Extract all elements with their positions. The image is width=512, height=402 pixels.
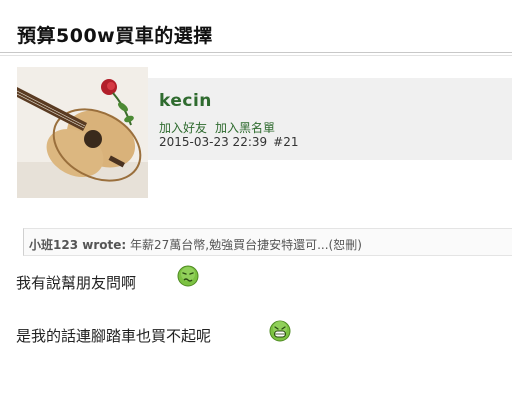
post-floor-link[interactable]: #21 xyxy=(273,135,298,149)
post-timestamp: 2015-03-23 22:39 xyxy=(159,135,268,149)
quote-block: 小班123 wrote: 年薪27萬台幣,勉強買台捷安特還可...(恕刪) xyxy=(23,228,512,256)
quote-content: 小班123 wrote: 年薪27萬台幣,勉強買台捷安特還可...(恕刪) xyxy=(29,236,362,253)
post-line: 我有說幫朋友問啊 xyxy=(16,274,137,292)
add-friend-link[interactable]: 加入好友 xyxy=(159,121,207,135)
quote-author: 小班123 wrote: xyxy=(29,238,127,252)
post-meta: 2015-03-23 22:39 #21 xyxy=(159,135,298,149)
guitar-avatar-image xyxy=(17,67,148,198)
user-info-panel: kecin 加入好友 加入黑名單 2015-03-23 22:39 #21 xyxy=(148,78,512,160)
avatar[interactable] xyxy=(17,67,148,198)
title-divider-light xyxy=(0,55,512,56)
post-line: 是我的話連腳踏車也買不起呢 xyxy=(16,327,212,345)
thread-title: 預算500w買車的選擇 xyxy=(17,25,213,47)
quote-text: 年薪27萬台幣,勉強買台捷安特還可...(恕刪) xyxy=(129,238,362,252)
title-divider xyxy=(0,52,512,53)
username-link[interactable]: kecin xyxy=(159,91,212,111)
add-blacklist-link[interactable]: 加入黑名單 xyxy=(215,121,275,135)
user-actions: 加入好友 加入黑名單 xyxy=(159,119,275,136)
sick-face-icon xyxy=(177,265,199,287)
grin-face-icon xyxy=(269,320,291,342)
